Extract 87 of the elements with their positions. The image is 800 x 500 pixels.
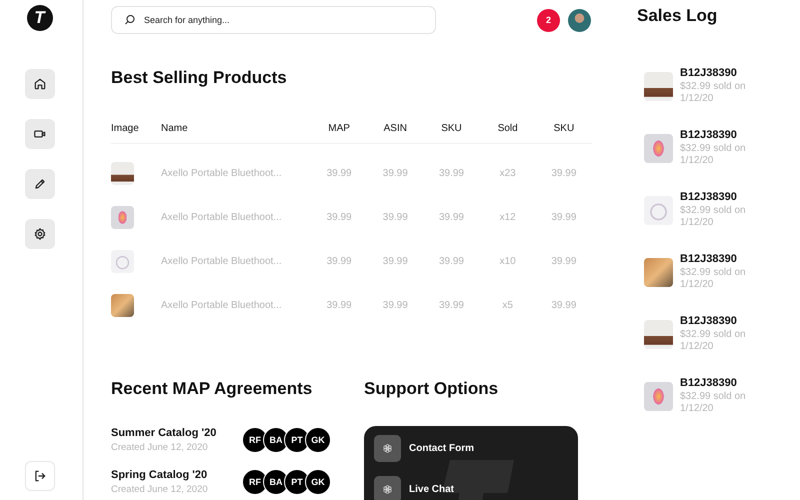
column-header: ASIN (382, 122, 408, 134)
member-avatar: BA (263, 427, 289, 453)
table-cell-text: Axello Portable Bluethoot... (161, 168, 283, 178)
search-field[interactable]: Search for anything... (111, 6, 436, 34)
column-header: SKU (552, 122, 576, 134)
table-cell-text: 39.99 (326, 168, 353, 178)
member-avatar: BA (263, 469, 289, 495)
sale-detail: $32.99 sold on 1/12/20 (680, 143, 747, 167)
photo-placeholder (644, 382, 673, 411)
table-cell-text: 39.99 (438, 300, 465, 310)
table-cell-text: 39.99 (438, 168, 465, 178)
table-cell-text: 39.99 (550, 300, 578, 310)
table-cell-text: 39.99 (326, 256, 353, 266)
photo-placeholder (644, 258, 673, 287)
member-avatar: PT (284, 427, 310, 453)
table-cell-text: x23 (498, 168, 517, 178)
logout-icon (32, 469, 46, 483)
support-option[interactable]: Live Chat (409, 484, 454, 495)
sale-detail: $32.99 sold on 1/12/20 (680, 81, 747, 105)
photo-placeholder (111, 294, 134, 316)
agreement-name: Summer Catalog '20 (111, 427, 218, 439)
photo-placeholder (644, 320, 673, 349)
member-avatar: PT (284, 469, 310, 495)
section-title: Support Options (364, 379, 500, 400)
column-header: Image (111, 122, 140, 134)
table-cell-text: 39.99 (326, 212, 353, 222)
nav-button[interactable] (24, 219, 54, 249)
sale-sku: B12J38390 (680, 129, 738, 141)
table-cell-text: 39.99 (550, 256, 578, 266)
sale-detail: $32.99 sold on 1/12/20 (680, 391, 747, 415)
logo: T (26, 5, 52, 31)
flower-icon (382, 484, 393, 495)
nav-button[interactable] (24, 69, 54, 99)
table-cell-text: 39.99 (326, 300, 353, 310)
member-avatar: RF (242, 427, 268, 453)
sale-detail: $32.99 sold on 1/12/20 (680, 329, 747, 353)
table-cell-text: x10 (498, 256, 517, 266)
photo-placeholder (644, 72, 673, 101)
panel-title: Sales Log (637, 6, 718, 26)
avatar[interactable] (568, 8, 591, 32)
notification-badge[interactable]: 2 (537, 8, 560, 32)
table-cell-text: x12 (498, 212, 517, 222)
agreement-name: Spring Catalog '20 (111, 469, 208, 481)
table-cell-text: 39.99 (382, 256, 409, 266)
pencil-icon (32, 177, 46, 191)
photo-placeholder (644, 134, 673, 163)
home-icon (32, 77, 46, 91)
column-header: MAP (327, 122, 351, 134)
sale-sku: B12J38390 (680, 253, 738, 265)
table-cell-text: 39.99 (382, 300, 409, 310)
column-header: Name (161, 122, 189, 134)
table-cell-text: Axello Portable Bluethoot... (161, 300, 283, 310)
table-cell-text: 39.99 (438, 256, 465, 266)
support-option[interactable]: Contact Form (409, 443, 474, 454)
section-title: Recent MAP Agreements (111, 379, 314, 400)
column-header: SKU (440, 122, 463, 134)
table-cell-text: 39.99 (438, 212, 465, 222)
table-cell-text: 39.99 (550, 212, 578, 222)
column-header: Sold (496, 122, 519, 134)
section-title: Best Selling Products (111, 68, 288, 89)
agreement-date: Created June 12, 2020 (111, 484, 209, 495)
photo-placeholder (111, 162, 134, 184)
nav-button[interactable] (24, 169, 54, 199)
settings-icon (32, 227, 46, 241)
agreement-date: Created June 12, 2020 (111, 442, 209, 453)
nav-button[interactable] (24, 119, 54, 149)
table-cell-text: 39.99 (550, 168, 578, 178)
sale-sku: B12J38390 (680, 377, 738, 389)
table-cell-text: 39.99 (382, 212, 409, 222)
search-icon (124, 14, 136, 26)
member-avatar: RF (242, 469, 268, 495)
table-cell-text: Axello Portable Bluethoot... (161, 212, 283, 222)
sale-sku: B12J38390 (680, 315, 738, 327)
sale-detail: $32.99 sold on 1/12/20 (680, 267, 747, 291)
flower-icon (382, 443, 393, 454)
sale-sku: B12J38390 (680, 67, 738, 79)
member-avatar: GK (305, 469, 331, 495)
photo-placeholder (111, 206, 134, 228)
logout-button[interactable] (24, 461, 54, 491)
member-avatar: GK (305, 427, 331, 453)
sale-sku: B12J38390 (680, 191, 738, 203)
table-cell-text: Axello Portable Bluethoot... (161, 256, 283, 266)
table-cell-text: x5 (501, 300, 514, 310)
sale-detail: $32.99 sold on 1/12/20 (680, 205, 747, 229)
photo-placeholder (111, 250, 134, 272)
table-cell-text: 39.99 (382, 168, 409, 178)
photo-placeholder (644, 196, 673, 225)
